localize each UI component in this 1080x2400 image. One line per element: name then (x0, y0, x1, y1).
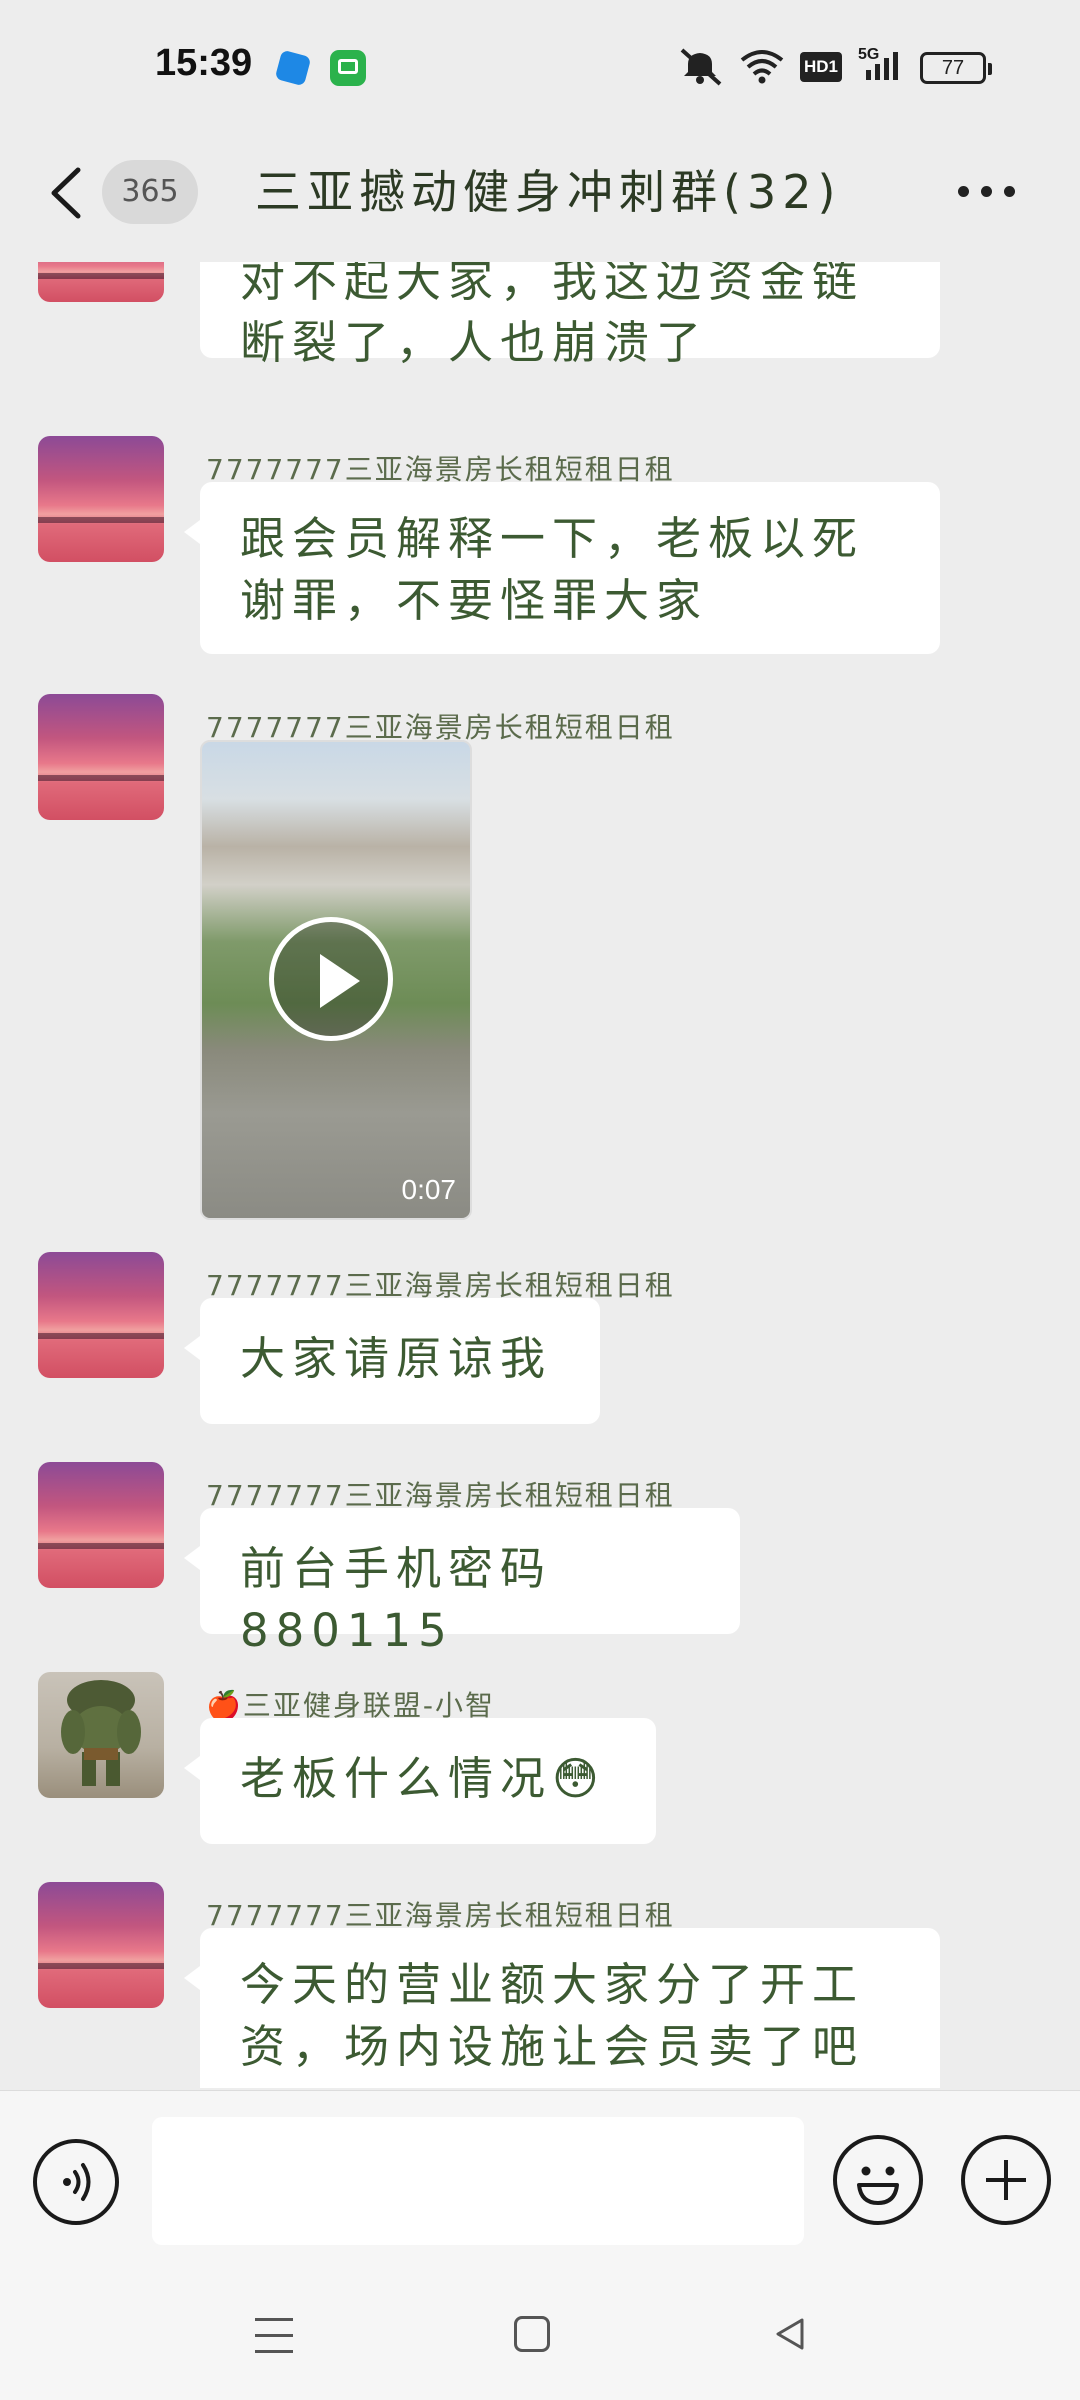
unread-count-badge[interactable]: 365 (102, 160, 198, 224)
wifi-icon (740, 50, 784, 84)
home-icon[interactable] (514, 2316, 550, 2352)
mute-icon (680, 48, 722, 86)
video-thumbnail[interactable]: 0:07 (200, 740, 472, 1220)
status-time: 15:39 (155, 42, 253, 84)
hd-icon: HD1 (800, 52, 842, 82)
avatar[interactable] (38, 1252, 164, 1378)
more-icon[interactable] (952, 182, 1022, 212)
message-bubble[interactable]: 大家请原谅我 (184, 1298, 600, 1424)
avatar[interactable] (38, 1882, 164, 2008)
message-bubble[interactable]: 今天的营业额大家分了开工资，场内设施让会员卖了吧 (184, 1928, 940, 2088)
plus-icon[interactable] (961, 2135, 1051, 2225)
voice-icon[interactable] (33, 2139, 119, 2225)
chevron-left-icon[interactable] (40, 158, 100, 228)
message-notification-icon (330, 50, 366, 86)
app-notification-icon (274, 49, 312, 87)
back-icon[interactable] (770, 2314, 810, 2354)
message-bubble[interactable]: 对不起大家，我这边资金链断裂了，人也崩溃了 (200, 262, 940, 369)
message-bubble[interactable]: 跟会员解释一下，老板以死谢罪，不要怪罪大家 (184, 482, 940, 654)
group-title: 三亚撼动健身冲刺群(32) (255, 165, 842, 219)
input-bar (0, 2090, 1080, 2271)
battery-icon: 77 (920, 52, 992, 84)
message-bubble[interactable]: 老板什么情况😳 (184, 1718, 656, 1844)
signal-icon: 5G (858, 46, 906, 86)
status-bar: 15:39 HD1 5G 77 (0, 0, 1080, 130)
play-icon[interactable] (269, 917, 393, 1041)
chat-header: 365 三亚撼动健身冲刺群(32) (0, 130, 1080, 260)
system-nav-bar (0, 2270, 1080, 2400)
avatar[interactable] (38, 1672, 164, 1798)
video-duration: 0:07 (401, 1174, 457, 1205)
avatar[interactable] (38, 436, 164, 562)
menu-icon[interactable] (255, 2318, 293, 2354)
chat-message-list[interactable]: 对不起大家，我这边资金链断裂了，人也崩溃了 7777777三亚海景房长租短租日租… (0, 262, 1080, 2088)
emoji-icon[interactable] (833, 2135, 923, 2225)
message-bubble[interactable]: 前台手机密码880115 (184, 1508, 740, 1657)
avatar[interactable] (38, 1462, 164, 1588)
message-input[interactable] (152, 2117, 804, 2245)
avatar[interactable] (38, 694, 164, 820)
avatar[interactable] (38, 262, 164, 302)
